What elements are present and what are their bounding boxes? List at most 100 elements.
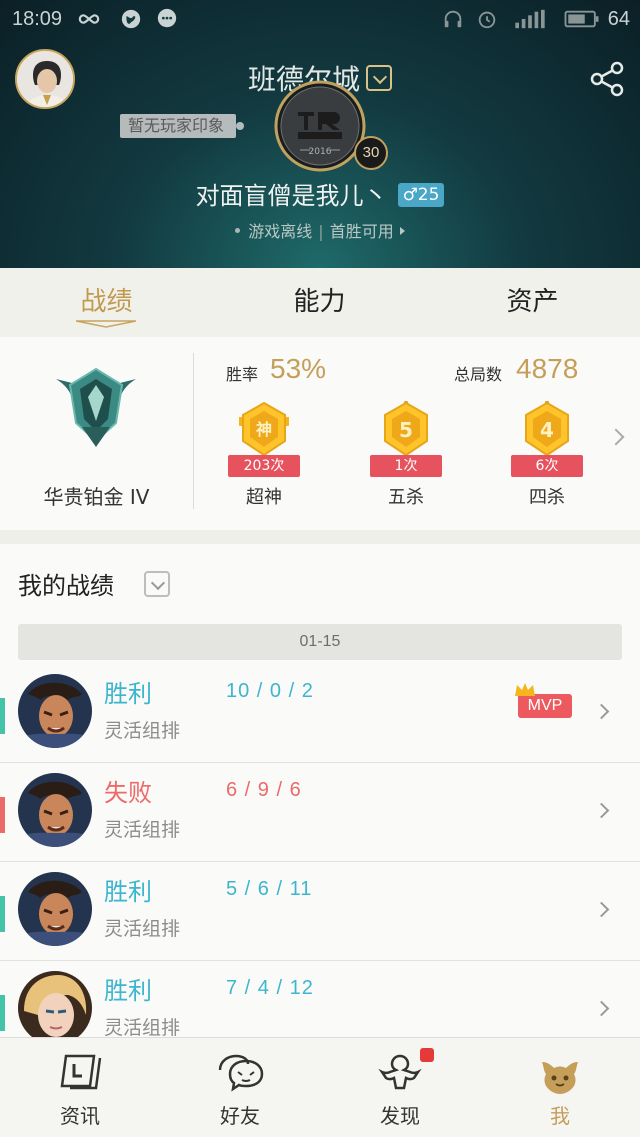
me-poro-icon	[542, 1062, 578, 1094]
battery-percent: 64	[607, 8, 630, 30]
pentakill-label: 五杀	[388, 487, 424, 508]
platinum-rank-icon	[56, 367, 136, 447]
nav-me[interactable]: 我	[480, 1038, 640, 1137]
match-row[interactable]: 胜利 10 / 0 / 2 灵活组排 MVP	[0, 664, 640, 763]
legendary-label: 超神	[246, 487, 282, 508]
game-status: 游戏离线	[248, 222, 313, 241]
chevron-right-icon	[593, 802, 610, 819]
hero-avatar-garen	[18, 773, 92, 847]
arrow-right-icon	[399, 226, 405, 235]
tab-ability[interactable]: 能力	[213, 268, 426, 337]
nav-news-label: 资讯	[60, 1104, 100, 1128]
match-result: 失败	[104, 779, 152, 807]
quadrakill-badge-icon: 4	[525, 401, 569, 457]
tab-record-label: 战绩	[80, 287, 133, 317]
match-kda: 5 / 6 / 11	[226, 878, 313, 900]
hero-avatar-garen	[18, 872, 92, 946]
gender-age-badge: ♂25	[397, 183, 445, 207]
chevron-right-icon	[593, 703, 610, 720]
nav-discover-label: 发现	[380, 1104, 420, 1128]
match-mode: 灵活组排	[104, 720, 181, 742]
hero-avatar-lux	[18, 971, 92, 1037]
battery-icon	[564, 10, 599, 28]
match-records: 我的战绩 01-15 胜利 10 / 0 / 2 灵活组排 MVP 失败 6 /…	[0, 544, 640, 1037]
tab-assets[interactable]: 资产	[426, 268, 639, 337]
profile-tabs: 战绩 能力 资产	[0, 268, 640, 337]
total-games-value: 4878	[516, 353, 579, 384]
chat-icon	[157, 8, 177, 28]
online-status[interactable]: 游戏离线 | 首胜可用	[0, 218, 640, 242]
match-kda: 10 / 0 / 2	[226, 680, 314, 702]
match-result: 胜利	[104, 680, 152, 708]
pentakill-badge-glyph: 5	[399, 418, 413, 442]
result-marker	[0, 896, 5, 932]
match-kda: 7 / 4 / 12	[226, 977, 314, 999]
legendary-badge: 神 203次 超神	[222, 401, 306, 511]
match-mode: 灵活组排	[104, 819, 181, 841]
pentakill-badge-icon: 5	[384, 401, 428, 457]
emblem-year: 2016	[309, 147, 332, 157]
nickname-row: 对面盲僧是我儿丶 ♂25	[0, 176, 640, 211]
headset-icon	[444, 10, 462, 28]
nav-friends-label: 好友	[220, 1104, 260, 1128]
nav-friends[interactable]: 好友	[160, 1038, 320, 1137]
rank-tier: 华贵铂金 IV	[43, 485, 150, 509]
status-dot-icon	[235, 228, 241, 233]
result-marker	[0, 797, 5, 833]
crown-icon	[515, 683, 535, 696]
infinity-icon	[78, 14, 100, 24]
records-title: 我的战绩	[18, 572, 114, 600]
chevron-right-icon	[593, 901, 610, 918]
legendary-count: 203次	[223, 455, 305, 477]
player-nickname: 对面盲僧是我儿丶	[195, 182, 388, 210]
match-row[interactable]: 失败 6 / 9 / 6 灵活组排	[0, 763, 640, 862]
profile-header: 18:09 64 班德尔城 暂无玩家印象 2016 30 对面盲僧是我儿丶 ♂2…	[0, 0, 640, 268]
divider	[193, 353, 194, 509]
match-row[interactable]: 胜利 7 / 4 / 12 灵活组排	[0, 961, 640, 1037]
winrate-value: 53%	[270, 353, 327, 384]
status-bar: 18:09 64	[0, 0, 640, 40]
chevron-right-icon[interactable]	[607, 428, 625, 446]
quadrakill-badge: 4 6次 四杀	[505, 401, 589, 511]
result-marker	[0, 995, 5, 1031]
nav-news[interactable]: 资讯	[0, 1038, 160, 1137]
globe-icon	[121, 9, 141, 29]
friends-icon	[218, 1054, 264, 1092]
hero-avatar-garen	[18, 674, 92, 748]
quadrakill-badge-glyph: 4	[540, 418, 554, 442]
total-games-label: 总局数	[454, 365, 503, 384]
match-kda: 6 / 9 / 6	[226, 779, 302, 801]
discover-icon	[378, 1054, 422, 1090]
match-mode: 灵活组排	[104, 1017, 181, 1037]
rank-summary-card[interactable]: 华贵铂金 IV 胜率 53% 总局数 4878 神 203次 超神 5 1次 五…	[0, 337, 640, 530]
first-win-status: 首胜可用	[329, 222, 394, 241]
quadrakill-label: 四杀	[529, 487, 565, 508]
status-time: 18:09	[12, 8, 63, 30]
match-result: 胜利	[104, 977, 152, 1005]
bottom-navigation: 资讯 好友 发现 我	[0, 1037, 640, 1137]
nav-me-label: 我	[550, 1104, 570, 1128]
news-icon	[60, 1054, 102, 1090]
tab-record[interactable]: 战绩	[0, 268, 213, 337]
alarm-icon	[478, 11, 496, 29]
nav-discover[interactable]: 发现	[320, 1038, 480, 1137]
notification-dot	[420, 1048, 434, 1062]
section-gap	[0, 530, 640, 544]
tab-assets-label: 资产	[506, 287, 559, 317]
player-impression-tag[interactable]: 暂无玩家印象	[120, 114, 245, 138]
date-header: 01-15	[18, 624, 622, 660]
signal-icon	[515, 9, 545, 29]
match-row[interactable]: 胜利 5 / 6 / 11 灵活组排	[0, 862, 640, 961]
player-level: 30	[354, 136, 388, 170]
match-mode: 灵活组排	[104, 918, 181, 940]
winrate-label: 胜率	[226, 365, 259, 384]
pentakill-badge: 5 1次 五杀	[364, 401, 448, 511]
legendary-badge-glyph: 神	[256, 420, 272, 439]
records-filter-dropdown[interactable]	[144, 571, 170, 597]
legendary-badge-icon: 神	[239, 401, 289, 457]
chevron-right-icon	[593, 1000, 610, 1017]
tab-ability-label: 能力	[293, 287, 346, 317]
quadrakill-count: 6次	[506, 455, 588, 477]
result-marker	[0, 698, 5, 734]
tab-active-indicator	[76, 320, 136, 328]
